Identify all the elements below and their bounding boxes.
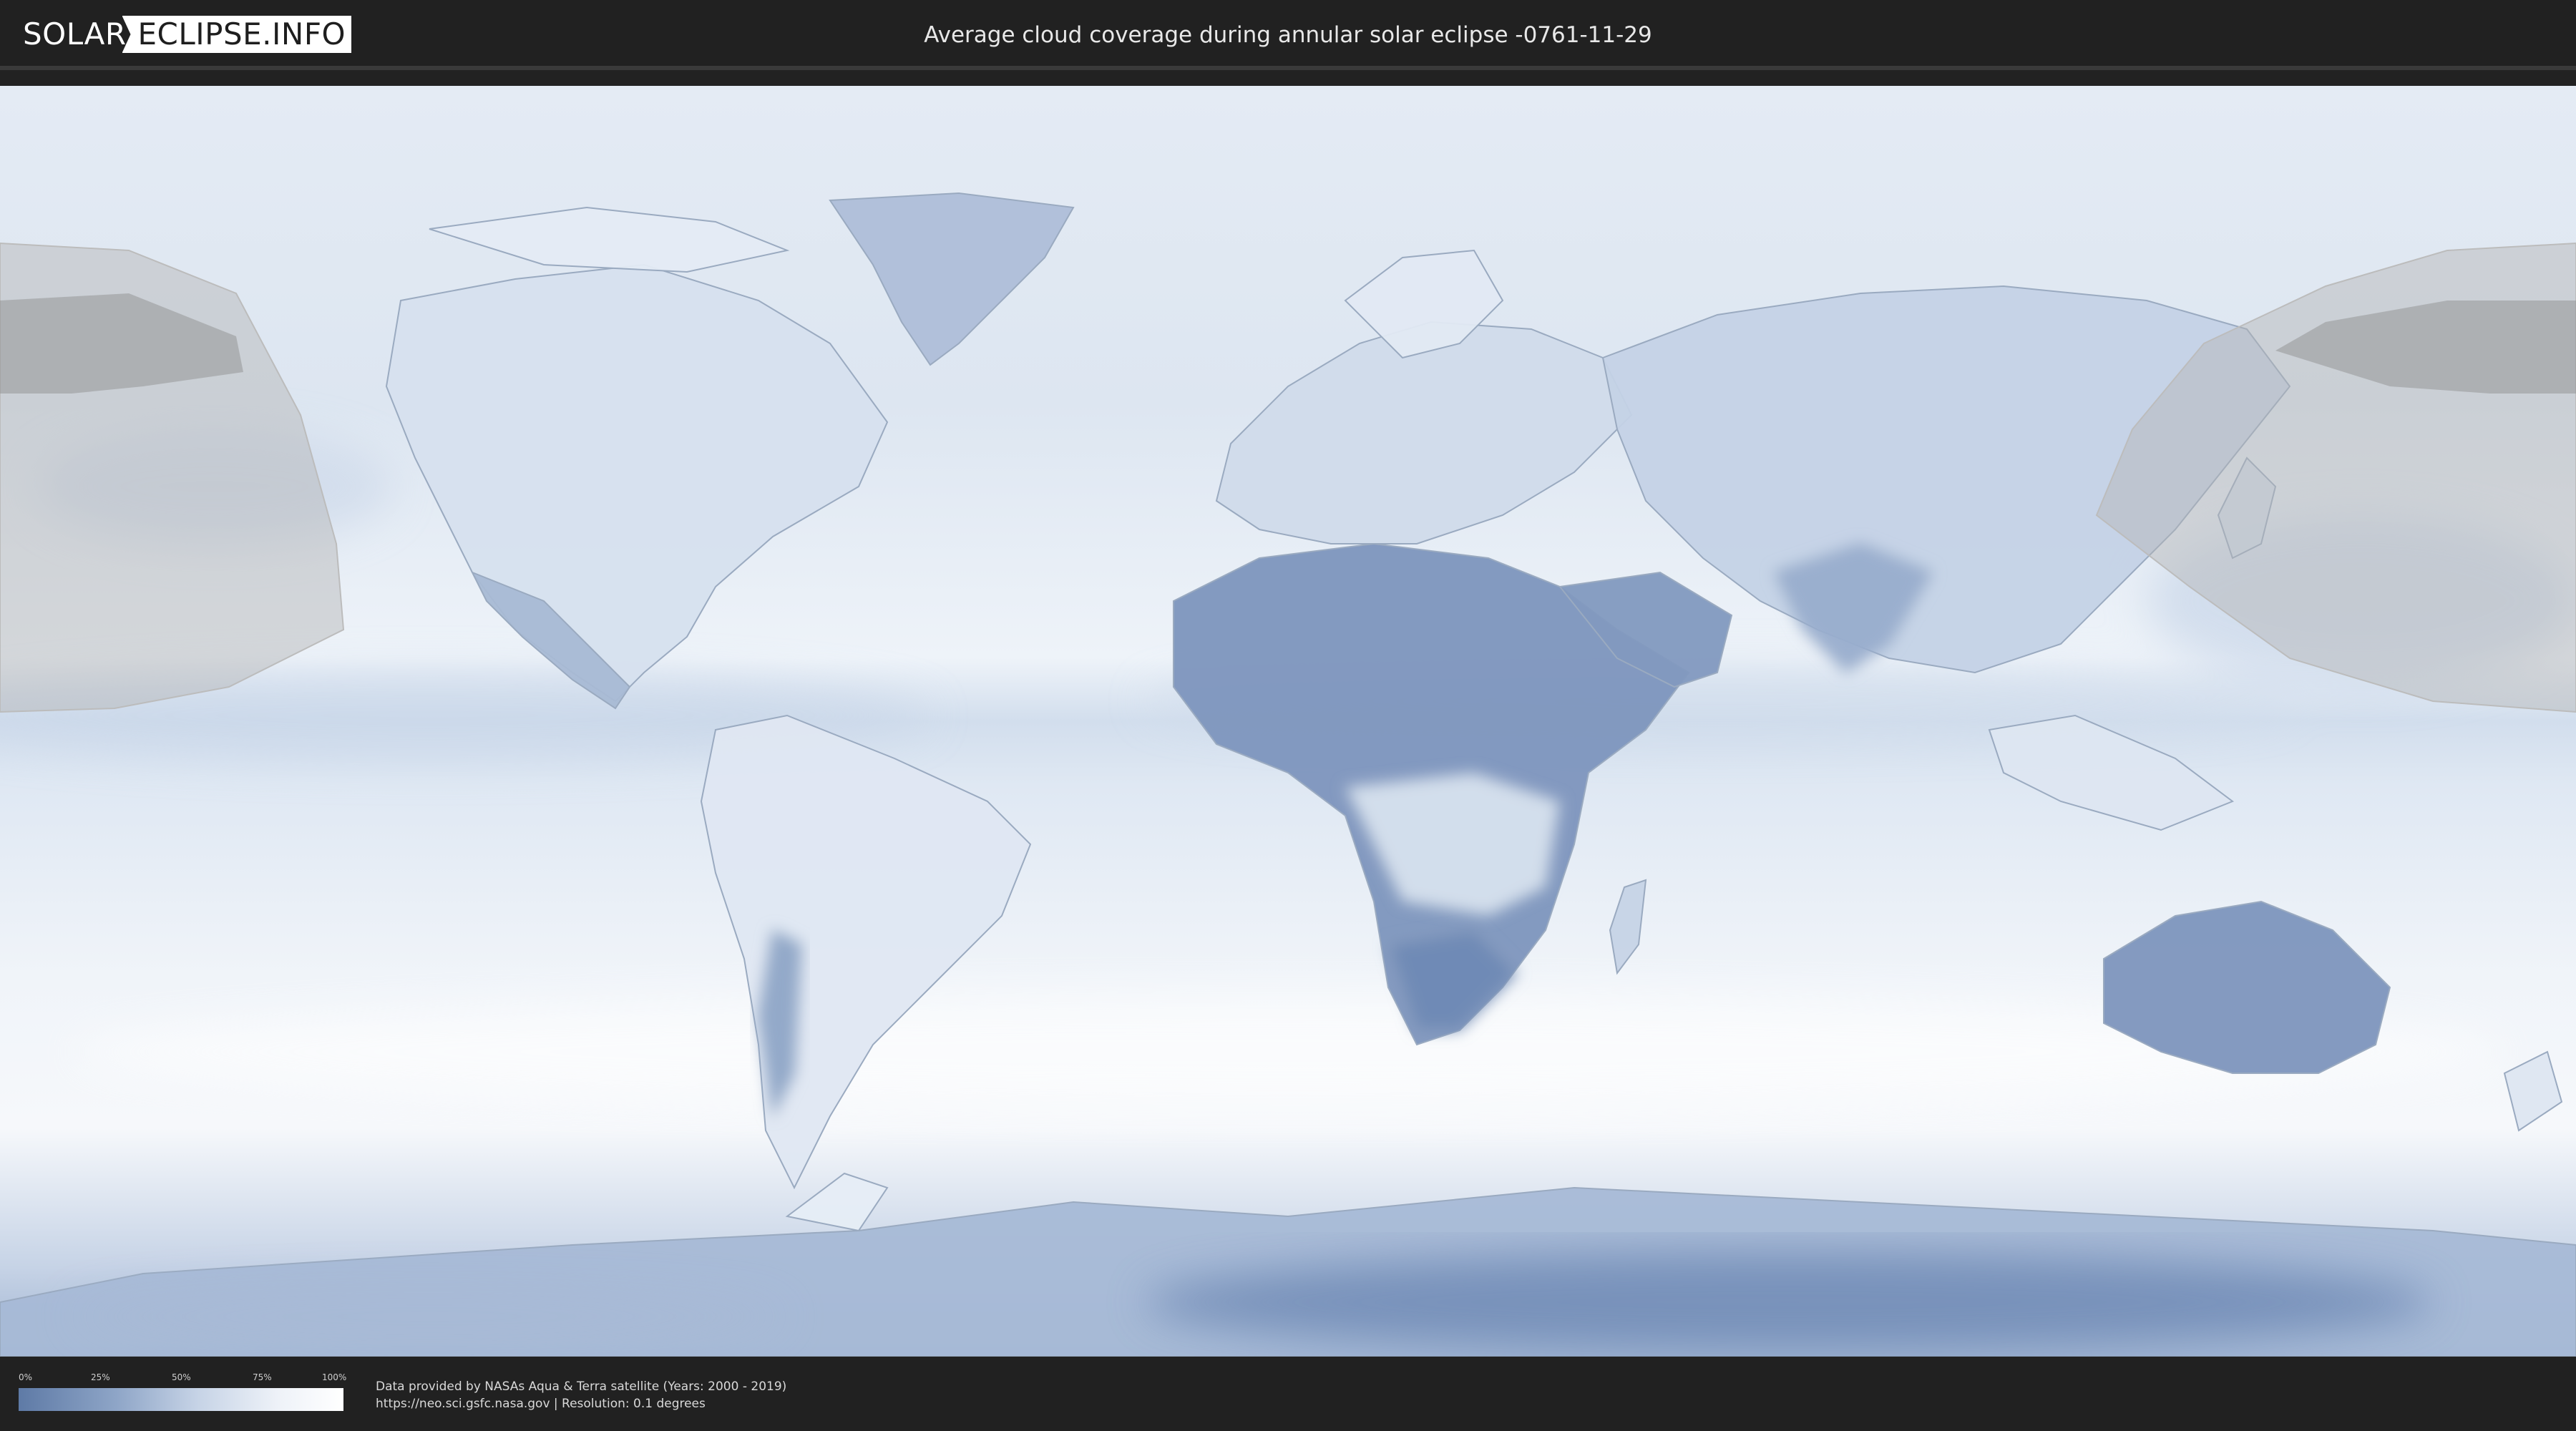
page-frame: SOLAR ECLIPSE.INFO Average cloud coverag… xyxy=(0,0,2576,1431)
cloud-coverage-legend: 0% 25% 50% 75% 100% xyxy=(19,1372,347,1417)
legend-tick-50: 50% xyxy=(172,1372,191,1382)
legend-tick-75: 75% xyxy=(253,1372,272,1382)
credits-line-source: Data provided by NASAs Aqua & Terra sate… xyxy=(376,1379,787,1394)
page-title: Average cloud coverage during annular so… xyxy=(924,22,1652,48)
header-bar: SOLAR ECLIPSE.INFO Average cloud coverag… xyxy=(0,0,2576,70)
cloud-coverage-map xyxy=(0,86,2576,1357)
legend-tick-25: 25% xyxy=(91,1372,110,1382)
data-credits: Data provided by NASAs Aqua & Terra sate… xyxy=(376,1378,786,1412)
legend-tick-0: 0% xyxy=(19,1372,33,1382)
footer-bar: 0% 25% 50% 75% 100% Data provided by NAS… xyxy=(0,1357,2576,1431)
legend-tick-100: 100% xyxy=(322,1372,347,1382)
legend-color-bar xyxy=(19,1388,343,1411)
world-map xyxy=(0,86,2576,1357)
credits-line-url[interactable]: https://neo.sci.gsfc.nasa.gov | Resoluti… xyxy=(376,1395,786,1412)
